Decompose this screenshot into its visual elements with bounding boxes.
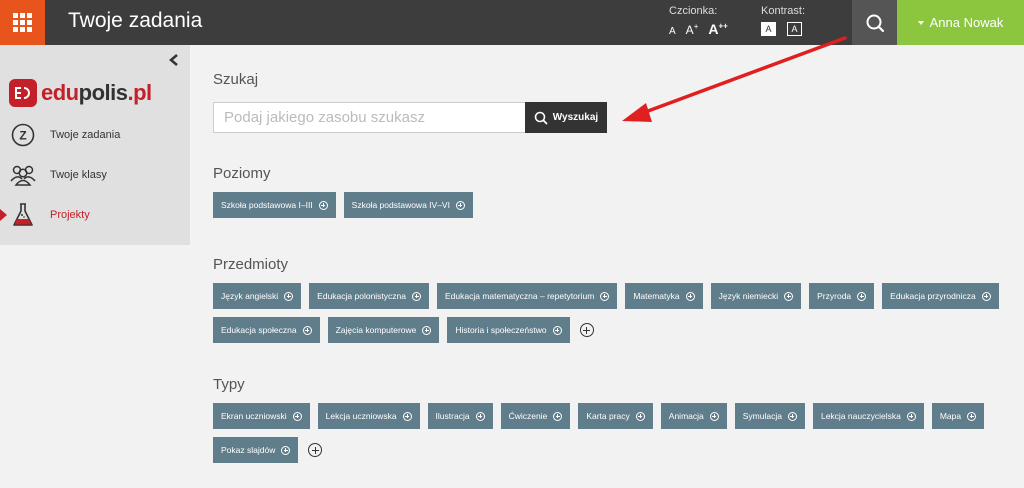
tag-subject[interactable]: Edukacja przyrodnicza <box>882 283 999 309</box>
tag-subject[interactable]: Zajęcia komputerowe <box>327 317 440 343</box>
tag-subject[interactable]: Język niemiecki <box>710 283 802 309</box>
contrast-label: Kontrast: <box>761 5 806 17</box>
contrast-controls: Kontrast: A A <box>761 5 805 36</box>
search-title: Szukaj <box>213 71 259 88</box>
tag-subject[interactable]: Przyroda <box>809 283 875 309</box>
tag-type[interactable]: Ekran uczniowski <box>213 403 310 429</box>
tag-type[interactable]: Karta pracy <box>578 403 653 429</box>
plus-circle-icon <box>906 411 916 421</box>
flask-icon <box>10 203 36 227</box>
tag-subject[interactable]: Historia i społeczeństwo <box>447 317 570 343</box>
tag-subject[interactable]: Język angielski <box>213 283 302 309</box>
plus-circle-icon <box>600 291 610 301</box>
plus-circle-icon <box>552 325 562 335</box>
page-title: Twoje zadania <box>68 9 203 32</box>
plus-circle-icon <box>709 411 719 421</box>
sidebar-item-label: Twoje zadania <box>50 129 121 141</box>
plus-circle-icon <box>967 411 977 421</box>
plus-circle-icon <box>981 291 991 301</box>
top-bar: Twoje zadania Czcionka: A A+ A++ Kontras… <box>0 0 1024 45</box>
logo-text: edupolis.pl <box>41 80 152 105</box>
contrast-light-button[interactable]: A <box>761 22 776 36</box>
tag-type[interactable]: Mapa <box>931 403 985 429</box>
svg-text:Z: Z <box>19 129 26 143</box>
z-circle-icon: Z <box>10 123 36 147</box>
levels-tags: Szkoła podstawowa I–III Szkoła podstawow… <box>213 192 1003 218</box>
plus-circle-icon <box>553 411 563 421</box>
tag-type[interactable]: Ilustracja <box>427 403 493 429</box>
sidebar-item-label: Twoje klasy <box>50 169 107 181</box>
plus-circle-icon <box>284 291 294 301</box>
active-indicator <box>0 209 7 221</box>
tag-level[interactable]: Szkoła podstawowa I–III <box>213 192 336 218</box>
search-icon <box>534 111 548 124</box>
user-name: Anna Nowak <box>929 15 1004 30</box>
plus-circle-icon <box>412 291 422 301</box>
font-label: Czcionka: <box>669 5 718 17</box>
plus-circle-icon <box>857 291 867 301</box>
sidebar-item-classes[interactable]: Twoje klasy <box>0 157 190 193</box>
tag-type[interactable]: Pokaz slajdów <box>213 437 299 463</box>
tag-type[interactable]: Animacja <box>660 403 727 429</box>
tag-subject[interactable]: Edukacja polonistyczna <box>309 283 430 309</box>
tag-subject[interactable]: Edukacja matematyczna – repetytorium <box>437 283 618 309</box>
tag-subject[interactable]: Edukacja społeczna <box>213 317 320 343</box>
plus-circle-icon <box>784 291 794 301</box>
user-menu-button[interactable]: Anna Nowak <box>897 0 1024 45</box>
subjects-title: Przedmioty <box>213 256 289 273</box>
plus-circle-icon <box>292 411 302 421</box>
plus-circle-icon <box>318 200 328 210</box>
tag-subject[interactable]: Matematyka <box>625 283 703 309</box>
people-icon <box>10 163 36 187</box>
plus-circle-icon <box>475 411 485 421</box>
chevron-down-icon <box>917 20 924 25</box>
plus-circle-icon <box>685 291 695 301</box>
font-size-large[interactable]: A++ <box>708 21 727 37</box>
sidebar: edupolis.pl Z Twoje zadania Twoje klasy <box>0 45 190 245</box>
grid-icon <box>13 13 32 32</box>
more-types-plus-icon[interactable] <box>308 443 323 457</box>
plus-circle-icon <box>455 200 465 210</box>
sidebar-item-label: Projekty <box>50 209 90 221</box>
main-content: Szukaj Wyszukaj Poziomy Szkoła podstawow… <box>190 45 1024 488</box>
sidebar-item-projects[interactable]: Projekty <box>0 197 190 233</box>
search-button[interactable]: Wyszukaj <box>525 102 607 133</box>
font-size-controls: Czcionka: A A+ A++ <box>669 5 728 37</box>
plus-circle-icon <box>787 411 797 421</box>
plus-circle-icon <box>302 325 312 335</box>
font-size-small[interactable]: A <box>669 26 676 37</box>
header-search-button[interactable] <box>852 0 897 45</box>
types-title: Typy <box>213 376 245 393</box>
plus-circle-icon <box>281 445 291 455</box>
tag-type[interactable]: Ćwiczenie <box>500 403 571 429</box>
subjects-tags: Język angielski Edukacja polonistyczna E… <box>213 283 1003 343</box>
search-button-label: Wyszukaj <box>552 112 599 123</box>
plus-circle-icon <box>635 411 645 421</box>
tag-type[interactable]: Lekcja nauczycielska <box>812 403 924 429</box>
collapse-sidebar-icon[interactable] <box>167 53 181 67</box>
font-size-medium[interactable]: A+ <box>686 22 699 37</box>
sidebar-item-tasks[interactable]: Z Twoje zadania <box>0 117 190 153</box>
more-subjects-plus-icon[interactable] <box>579 323 594 337</box>
contrast-dark-button[interactable]: A <box>787 22 802 36</box>
levels-title: Poziomy <box>213 165 271 182</box>
apps-menu-button[interactable] <box>0 0 45 45</box>
edupolis-logo[interactable]: edupolis.pl <box>9 79 152 107</box>
tag-type[interactable]: Lekcja uczniowska <box>317 403 420 429</box>
logo-icon <box>9 79 37 107</box>
plus-circle-icon <box>402 411 412 421</box>
tag-type[interactable]: Symulacja <box>734 403 805 429</box>
search-input[interactable] <box>213 102 526 133</box>
search-icon <box>866 14 884 32</box>
tag-level[interactable]: Szkoła podstawowa IV–VI <box>343 192 473 218</box>
plus-circle-icon <box>422 325 432 335</box>
types-tags: Ekran uczniowski Lekcja uczniowska Ilust… <box>213 403 1003 463</box>
